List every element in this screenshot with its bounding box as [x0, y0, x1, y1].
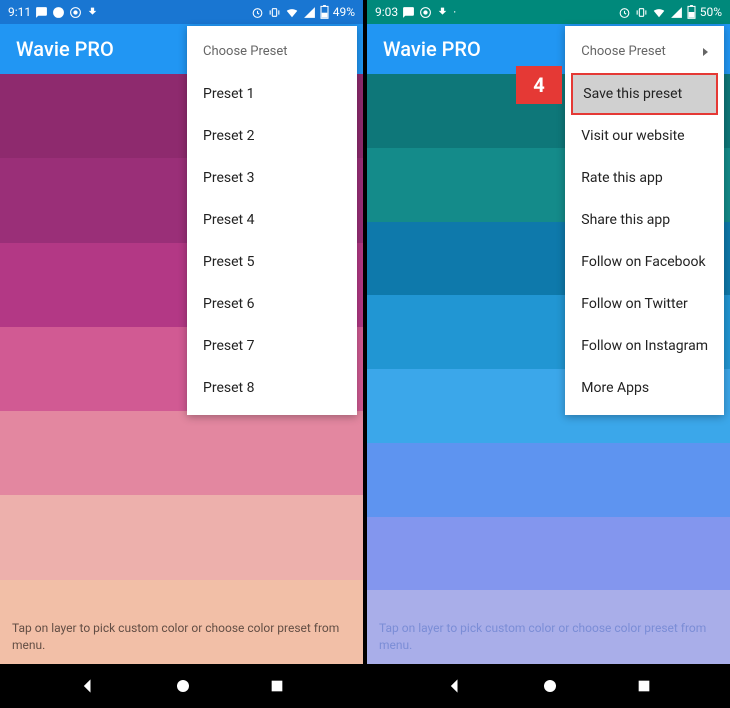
nav-recent-icon[interactable] — [269, 678, 285, 694]
hint-text: Tap on layer to pick custom color or cho… — [379, 620, 718, 654]
battery-icon — [687, 5, 696, 19]
phone-left: 9:11 49% Wavie PRO Tap on layer to pick … — [0, 0, 363, 708]
color-layer[interactable] — [0, 411, 363, 495]
alarm-icon — [618, 6, 631, 19]
status-time: 9:03 — [375, 5, 398, 19]
menu-item-preset[interactable]: Preset 8 — [187, 367, 357, 409]
signal-icon — [670, 6, 683, 19]
color-layer[interactable] — [367, 517, 730, 591]
chevron-right-icon — [703, 48, 708, 56]
wifi-icon — [652, 5, 666, 19]
menu-item[interactable]: Follow on Twitter — [565, 283, 724, 325]
battery-icon — [320, 5, 329, 19]
nav-bar — [367, 664, 730, 708]
menu-item[interactable]: Save this preset — [571, 73, 718, 115]
menu-item-preset[interactable]: Preset 5 — [187, 241, 357, 283]
alarm-icon — [251, 6, 264, 19]
status-bar: 9:03 · 50% — [367, 0, 730, 24]
circle-icon — [69, 6, 82, 19]
menu-item-preset[interactable]: Preset 4 — [187, 199, 357, 241]
app-title: Wavie PRO — [16, 37, 114, 61]
msg-icon — [402, 6, 415, 19]
menu-header: Choose Preset — [187, 32, 357, 73]
status-battery-pct: 50% — [700, 5, 722, 19]
overflow-menu: Choose Preset Save this presetVisit our … — [565, 26, 724, 415]
status-time: 9:11 — [8, 5, 31, 19]
color-layer[interactable] — [0, 495, 363, 579]
nav-home-icon[interactable] — [174, 677, 192, 695]
menu-item[interactable]: More Apps — [565, 367, 724, 409]
menu-item[interactable]: Share this app — [565, 199, 724, 241]
color-layer[interactable] — [367, 443, 730, 517]
download-icon — [86, 6, 99, 19]
menu-item-preset[interactable]: Preset 1 — [187, 73, 357, 115]
menu-item[interactable]: Rate this app — [565, 157, 724, 199]
preset-menu: Choose Preset Preset 1Preset 2Preset 3Pr… — [187, 26, 357, 415]
circle-icon — [419, 6, 432, 19]
vibrate-icon — [635, 6, 648, 19]
menu-header-choose-preset[interactable]: Choose Preset — [565, 32, 724, 73]
wifi-icon — [285, 5, 299, 19]
msg-icon — [35, 6, 48, 19]
menu-item-preset[interactable]: Preset 2 — [187, 115, 357, 157]
chat-icon — [52, 6, 65, 19]
dot-icon: · — [453, 5, 456, 19]
menu-item-preset[interactable]: Preset 7 — [187, 325, 357, 367]
menu-item[interactable]: Follow on Instagram — [565, 325, 724, 367]
nav-bar — [0, 664, 363, 708]
hint-text: Tap on layer to pick custom color or cho… — [12, 620, 351, 654]
status-bar: 9:11 49% — [0, 0, 363, 24]
nav-recent-icon[interactable] — [636, 678, 652, 694]
menu-item-preset[interactable]: Preset 3 — [187, 157, 357, 199]
download-icon — [436, 6, 449, 19]
menu-item[interactable]: Visit our website — [565, 115, 724, 157]
nav-back-icon[interactable] — [78, 676, 98, 696]
status-battery-pct: 49% — [333, 5, 355, 19]
menu-item[interactable]: Follow on Facebook — [565, 241, 724, 283]
nav-home-icon[interactable] — [541, 677, 559, 695]
vibrate-icon — [268, 6, 281, 19]
nav-back-icon[interactable] — [445, 676, 465, 696]
phone-right: 9:03 · 50% Wavie PRO Tap on layer to pic… — [367, 0, 730, 708]
menu-item-preset[interactable]: Preset 6 — [187, 283, 357, 325]
app-title: Wavie PRO — [383, 37, 481, 61]
callout-badge: 4 — [516, 66, 562, 104]
signal-icon — [303, 6, 316, 19]
